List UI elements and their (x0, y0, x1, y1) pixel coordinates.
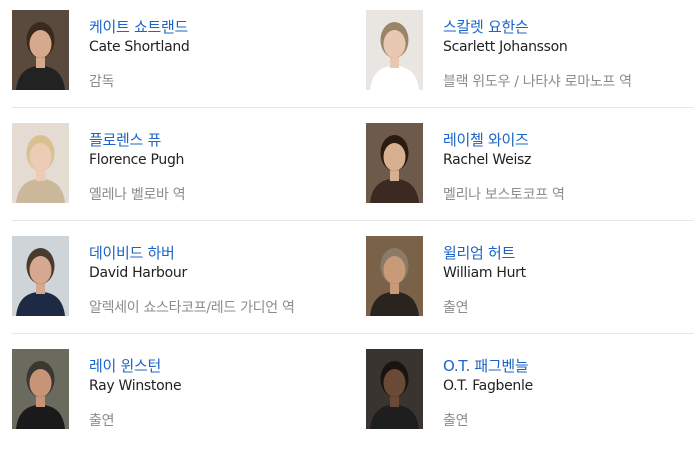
profile-photo[interactable] (366, 236, 423, 316)
name-korean-link[interactable]: 윌리엄 허트 (443, 242, 515, 263)
cast-item: 레이첼 와이즈 Rachel Weisz 멜리나 보스토코프 역 (366, 113, 696, 226)
cast-item: O.T. 패그벤늘 O.T. Fagbenle 출연 (366, 339, 696, 452)
name-korean-link[interactable]: 플로렌스 퓨 (89, 129, 161, 150)
name-english: Scarlett Johansson (443, 39, 568, 55)
role-text: 블랙 위도우 / 나타샤 로마노프 역 (443, 74, 632, 90)
profile-photo[interactable] (12, 123, 69, 203)
name-english: Rachel Weisz (443, 152, 532, 168)
cast-item: 레이 윈스턴 Ray Winstone 출연 (12, 339, 352, 452)
role-text: 출연 (89, 413, 115, 429)
portrait-image (12, 349, 69, 429)
name-korean-link[interactable]: 레이첼 와이즈 (443, 129, 529, 150)
cast-item: 데이비드 하버 David Harbour 알렉세이 쇼스타코프/레드 가디언 … (12, 226, 352, 339)
portrait-image (366, 236, 423, 316)
portrait-image (366, 10, 423, 90)
name-korean-link[interactable]: 레이 윈스턴 (89, 355, 161, 376)
cast-item: 윌리엄 허트 William Hurt 출연 (366, 226, 696, 339)
profile-photo[interactable] (366, 349, 423, 429)
name-english: Cate Shortland (89, 39, 190, 55)
cast-item: 스칼렛 요한슨 Scarlett Johansson 블랙 위도우 / 나타샤 … (366, 0, 696, 113)
portrait-image (12, 236, 69, 316)
portrait-image (366, 349, 423, 429)
role-text: 알렉세이 쇼스타코프/레드 가디언 역 (89, 300, 295, 316)
name-english: O.T. Fagbenle (443, 378, 533, 394)
name-korean-link[interactable]: 데이비드 하버 (89, 242, 175, 263)
role-text: 감독 (89, 74, 115, 90)
role-text: 출연 (443, 413, 469, 429)
profile-photo[interactable] (366, 10, 423, 90)
name-korean-link[interactable]: 스칼렛 요한슨 (443, 16, 529, 37)
portrait-image (12, 10, 69, 90)
role-text: 옐레나 벨로바 역 (89, 187, 186, 203)
name-korean-link[interactable]: 케이트 쇼트랜드 (89, 16, 188, 37)
profile-photo[interactable] (12, 10, 69, 90)
portrait-image (366, 123, 423, 203)
portrait-image (12, 123, 69, 203)
profile-photo[interactable] (12, 236, 69, 316)
role-text: 멜리나 보스토코프 역 (443, 187, 565, 203)
cast-list: 케이트 쇼트랜드 Cate Shortland 감독 스칼렛 요한슨 Scarl… (0, 0, 696, 457)
name-korean-link[interactable]: O.T. 패그벤늘 (443, 355, 529, 376)
cast-item: 플로렌스 퓨 Florence Pugh 옐레나 벨로바 역 (12, 113, 352, 226)
cast-item: 케이트 쇼트랜드 Cate Shortland 감독 (12, 0, 352, 113)
profile-photo[interactable] (12, 349, 69, 429)
name-english: Ray Winstone (89, 378, 182, 394)
name-english: William Hurt (443, 265, 526, 281)
name-english: David Harbour (89, 265, 187, 281)
profile-photo[interactable] (366, 123, 423, 203)
name-english: Florence Pugh (89, 152, 185, 168)
role-text: 출연 (443, 300, 469, 316)
